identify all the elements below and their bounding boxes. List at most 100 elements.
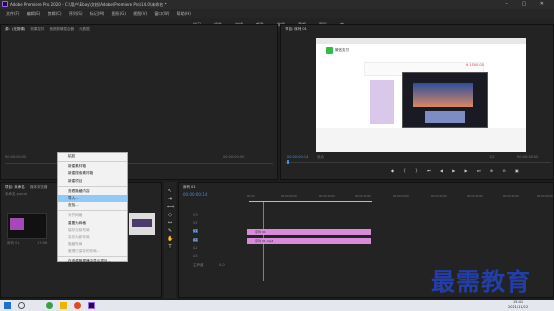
video-clip[interactable]: 序列 01 — [247, 229, 371, 235]
transport-controls[interactable]: ◆ { } ⏮ ◀ ▶ ▶ ⏭ ⊕ ⊖ ▣ — [391, 168, 523, 173]
program-fit-select[interactable]: 适合 — [317, 155, 324, 160]
program-scrubber[interactable] — [285, 162, 551, 163]
ruler-tick: 00:00:35:00 — [503, 195, 519, 198]
window-controls[interactable]: – ▢ ✕ — [505, 0, 550, 9]
wechat-pay-icon — [326, 47, 333, 54]
explorer-icon[interactable] — [60, 302, 67, 309]
title-bar: Adobe Premiere Pro 2020 - C:\用户\Ebay\文档\… — [0, 0, 554, 9]
qr-panel — [370, 80, 394, 124]
menu-item-import[interactable]: 导入... — [58, 194, 127, 203]
program-tabs: 节目: 序列 01 — [281, 25, 553, 33]
menu-item-reset-grid[interactable]: 重置为网格 — [58, 220, 127, 227]
ruler-tick: 00:00:15:00 — [355, 195, 371, 198]
ripple-edit-icon[interactable]: ⟺ — [167, 204, 174, 210]
program-playhead[interactable] — [287, 160, 289, 164]
menu-edit[interactable]: 编辑(E) — [27, 11, 41, 16]
timeline-timecode[interactable]: 00:00:00:14 — [183, 192, 207, 197]
ruler-tick: 00:00:05:00 — [281, 195, 297, 198]
ruler-tick: 00:00:25:00 — [431, 195, 447, 198]
program-resolution-select[interactable]: 1/2 — [489, 155, 495, 159]
tab-program[interactable]: 节目: 序列 01 — [285, 27, 307, 31]
browser-icon[interactable] — [74, 302, 81, 309]
type-icon[interactable]: T — [167, 244, 173, 250]
tools-panel: ↖ ⇥ ⟺ ◇ ↔ ✎ ✋ T — [164, 182, 176, 298]
browser-toolbar — [316, 38, 526, 44]
ruler-tick: 00:00:40:00 — [537, 195, 553, 198]
source-scrubber[interactable] — [5, 163, 273, 164]
audio-clip[interactable]: 序列 01.mp4 — [247, 238, 371, 244]
sequence-thumbnail[interactable] — [7, 213, 47, 239]
tab-effect-controls[interactable]: 效果控件 — [30, 27, 44, 31]
tab-source[interactable]: 源：(无剪辑) — [5, 27, 25, 31]
program-duration: 00:00:18:00 — [517, 155, 539, 159]
tab-project[interactable]: 项目: 未命名 — [5, 185, 25, 189]
tab-media-browser[interactable]: 媒体浏览器 — [30, 185, 48, 189]
menu-item-manage-layouts[interactable]: 管理已保存的布局... — [58, 248, 127, 255]
taskbar-clock[interactable]: 15:41 2021/11/12 — [508, 300, 528, 310]
desktop-icons — [425, 111, 465, 123]
menu-item-hide-layout[interactable]: 隐藏布局 — [58, 241, 127, 248]
sequence-item-name: 序列 01 — [7, 241, 20, 245]
premiere-logo-icon — [2, 1, 8, 7]
ruler-tick: 00:00:20:00 — [393, 195, 409, 198]
program-timecode[interactable]: 00:00:00:14 — [287, 155, 308, 159]
source-tabs: 源：(无剪辑) 效果控件 音频剪辑混合器 元数据 — [1, 25, 277, 33]
menu-item-new-search-bin[interactable]: 新建搜索素材箱 — [58, 170, 127, 177]
track-a3[interactable]: A3 — [193, 254, 198, 258]
menu-item-save-layout[interactable]: 保存当前布局 — [58, 227, 127, 234]
master-track-value[interactable]: 0.0 — [219, 263, 225, 267]
tab-metadata[interactable]: 元数据 — [79, 27, 90, 31]
premiere-taskbar-icon[interactable] — [88, 302, 95, 309]
clock-date: 2021/11/12 — [508, 305, 529, 309]
watermark: 最需教育 — [431, 267, 531, 296]
clip-thumbnail[interactable] — [129, 213, 155, 235]
start-button-icon[interactable] — [4, 302, 11, 309]
menu-bar: 文件(F) 编辑(E) 剪辑(C) 序列(S) 标记(M) 图形(G) 视图(V… — [0, 9, 554, 18]
ruler-tick: 00:00:30:00 — [467, 195, 483, 198]
menu-item-reveal-explorer[interactable]: 在资源管理器中显示项目... — [58, 258, 127, 265]
menu-separator — [58, 210, 127, 212]
menu-item-save-new-layout[interactable]: 另存为新布局 — [58, 234, 127, 241]
menu-sequence[interactable]: 序列(S) — [69, 11, 83, 16]
track-a1[interactable]: A1 — [193, 238, 198, 242]
clip-thumbnail-image — [132, 219, 152, 227]
menu-marker[interactable]: 标记(M) — [90, 11, 105, 16]
window-title: Adobe Premiere Pro 2020 - C:\用户\Ebay\文档\… — [10, 2, 167, 7]
track-v2[interactable]: V2 — [193, 221, 198, 225]
menu-item-new-bin[interactable]: 新建素材箱 — [58, 163, 127, 170]
ruler-tick: 00:00 — [247, 195, 255, 198]
menu-separator — [58, 256, 127, 258]
menu-graphics[interactable]: 图形(G) — [112, 11, 126, 16]
menu-view[interactable]: 视图(V) — [133, 11, 147, 16]
browser-footer — [316, 128, 526, 152]
slip-icon[interactable]: ↔ — [167, 220, 173, 226]
chrome-icon[interactable] — [46, 302, 53, 309]
tab-sequence[interactable]: 序列 01 — [183, 185, 196, 189]
payment-amount: ¥ 1500.00 — [466, 63, 484, 67]
track-a2[interactable]: A2 — [193, 246, 198, 250]
work-area-bar[interactable] — [249, 201, 372, 202]
menu-separator — [58, 185, 127, 187]
razor-icon[interactable]: ◇ — [167, 212, 173, 218]
menu-item-paste[interactable]: 粘贴 — [58, 153, 127, 160]
pen-icon[interactable]: ✎ — [167, 228, 173, 234]
track-v1[interactable]: V1 — [193, 229, 198, 233]
menu-clip[interactable]: 剪辑(C) — [48, 11, 62, 16]
selection-tool-icon[interactable]: ↖ — [167, 188, 173, 194]
menu-item-find[interactable]: 查找... — [58, 202, 127, 209]
menu-window[interactable]: 窗口(W) — [154, 11, 169, 16]
menu-item-new-item[interactable]: 新建项目 — [58, 178, 127, 185]
track-select-icon[interactable]: ⇥ — [167, 196, 173, 202]
wechat-pay-label: 微信支付 — [335, 48, 349, 52]
menu-item-view-hidden[interactable]: 查看隐藏内容 — [58, 188, 127, 195]
menu-help[interactable]: 帮助(H) — [177, 11, 191, 16]
search-icon[interactable] — [18, 302, 25, 309]
hand-icon[interactable]: ✋ — [167, 236, 173, 242]
ruler-tick: 00:00:10:00 — [319, 195, 335, 198]
track-v3[interactable]: V3 — [193, 213, 198, 217]
timeline-tabs: 序列 01 — [179, 183, 553, 191]
project-filename: 未命名.prproj — [5, 192, 27, 196]
menu-file[interactable]: 文件(F) — [6, 11, 19, 16]
tab-audio-mixer[interactable]: 音频剪辑混合器 — [49, 27, 74, 31]
menu-item-align-grid[interactable]: 对齐网格 — [58, 212, 127, 219]
